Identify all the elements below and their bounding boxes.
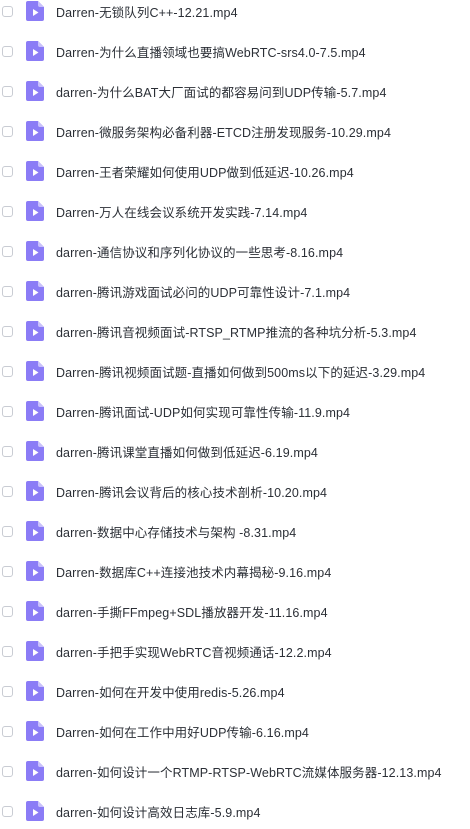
file-name[interactable]: darren-手把手实现WebRTC音视频通话-12.2.mp4 bbox=[56, 642, 332, 661]
checkbox-icon[interactable] bbox=[2, 805, 13, 817]
video-file-icon bbox=[26, 401, 44, 421]
file-list: Darren-无锁队列C++-12.21.mp4 Darren-为什么直播领域也要… bbox=[0, 0, 470, 829]
list-item[interactable]: Darren-王者荣耀如何使用UDP做到低延迟-10.26.mp4 bbox=[0, 156, 470, 186]
video-file-icon bbox=[26, 321, 44, 341]
list-item[interactable]: Darren-为什么直播领域也要搞WebRTC-srs4.0-7.5.mp4 bbox=[0, 36, 470, 66]
list-item[interactable]: Darren-如何在工作中用好UDP传输-6.16.mp4 bbox=[0, 716, 470, 746]
video-file-icon bbox=[26, 521, 44, 541]
video-file-icon bbox=[26, 561, 44, 581]
checkbox-icon[interactable] bbox=[2, 645, 13, 657]
checkbox-icon[interactable] bbox=[2, 405, 13, 417]
list-item[interactable]: darren-手把手实现WebRTC音视频通话-12.2.mp4 bbox=[0, 636, 470, 666]
file-name[interactable]: darren-腾讯音视频面试-RTSP_RTMP推流的各种坑分析-5.3.mp4 bbox=[56, 322, 417, 341]
file-name[interactable]: Darren-腾讯会议背后的核心技术剖析-10.20.mp4 bbox=[56, 482, 327, 501]
video-file-icon bbox=[26, 681, 44, 701]
video-file-icon bbox=[26, 281, 44, 301]
file-name[interactable]: darren-手撕FFmpeg+SDL播放器开发-11.16.mp4 bbox=[56, 602, 328, 621]
checkbox-icon[interactable] bbox=[2, 365, 13, 377]
video-file-icon bbox=[26, 161, 44, 181]
list-item[interactable]: darren-如何设计高效日志库-5.9.mp4 bbox=[0, 796, 470, 826]
file-name[interactable]: Darren-王者荣耀如何使用UDP做到低延迟-10.26.mp4 bbox=[56, 162, 354, 181]
checkbox-icon[interactable] bbox=[2, 125, 13, 137]
video-file-icon bbox=[26, 41, 44, 61]
list-item[interactable]: Darren-腾讯面试-UDP如何实现可靠性传输-11.9.mp4 bbox=[0, 396, 470, 426]
checkbox-icon[interactable] bbox=[2, 685, 13, 697]
file-name[interactable]: darren-通信协议和序列化协议的一些思考-8.16.mp4 bbox=[56, 242, 343, 261]
file-name[interactable]: darren-腾讯课堂直播如何做到低延迟-6.19.mp4 bbox=[56, 442, 318, 461]
list-item[interactable]: darren-通信协议和序列化协议的一些思考-8.16.mp4 bbox=[0, 236, 470, 266]
list-item[interactable]: Darren-腾讯会议背后的核心技术剖析-10.20.mp4 bbox=[0, 476, 470, 506]
list-item[interactable]: Darren-万人在线会议系统开发实践-7.14.mp4 bbox=[0, 196, 470, 226]
video-file-icon bbox=[26, 361, 44, 381]
checkbox-icon[interactable] bbox=[2, 165, 13, 177]
video-file-icon bbox=[26, 81, 44, 101]
checkbox-icon[interactable] bbox=[2, 5, 13, 17]
checkbox-icon[interactable] bbox=[2, 205, 13, 217]
file-name[interactable]: darren-腾讯游戏面试必问的UDP可靠性设计-7.1.mp4 bbox=[56, 282, 350, 301]
video-file-icon bbox=[26, 641, 44, 661]
list-item[interactable]: Darren-微服务架构必备利器-ETCD注册发现服务-10.29.mp4 bbox=[0, 116, 470, 146]
file-name[interactable]: darren-数据中心存储技术与架构 -8.31.mp4 bbox=[56, 522, 296, 541]
list-item[interactable]: Darren-腾讯视频面试题-直播如何做到500ms以下的延迟-3.29.mp4 bbox=[0, 356, 470, 386]
checkbox-icon[interactable] bbox=[2, 765, 13, 777]
video-file-icon bbox=[26, 481, 44, 501]
file-name[interactable]: Darren-数据库C++连接池技术内幕揭秘-9.16.mp4 bbox=[56, 562, 331, 581]
checkbox-icon[interactable] bbox=[2, 325, 13, 337]
video-file-icon bbox=[26, 441, 44, 461]
checkbox-icon[interactable] bbox=[2, 285, 13, 297]
video-file-icon bbox=[26, 241, 44, 261]
file-name[interactable]: Darren-如何在工作中用好UDP传输-6.16.mp4 bbox=[56, 722, 309, 741]
file-name[interactable]: Darren-为什么直播领域也要搞WebRTC-srs4.0-7.5.mp4 bbox=[56, 42, 366, 61]
list-item[interactable]: darren-如何设计一个RTMP-RTSP-WebRTC流媒体服务器-12.1… bbox=[0, 756, 470, 786]
file-name[interactable]: Darren-万人在线会议系统开发实践-7.14.mp4 bbox=[56, 202, 307, 221]
checkbox-icon[interactable] bbox=[2, 605, 13, 617]
file-name[interactable]: Darren-如何在开发中使用redis-5.26.mp4 bbox=[56, 682, 285, 701]
checkbox-icon[interactable] bbox=[2, 485, 13, 497]
checkbox-icon[interactable] bbox=[2, 525, 13, 537]
checkbox-icon[interactable] bbox=[2, 565, 13, 577]
file-name[interactable]: Darren-无锁队列C++-12.21.mp4 bbox=[56, 2, 238, 21]
list-item[interactable]: darren-为什么BAT大厂面试的都容易问到UDP传输-5.7.mp4 bbox=[0, 76, 470, 106]
file-name[interactable]: Darren-腾讯面试-UDP如何实现可靠性传输-11.9.mp4 bbox=[56, 402, 350, 421]
checkbox-icon[interactable] bbox=[2, 45, 13, 57]
list-item[interactable]: darren-数据中心存储技术与架构 -8.31.mp4 bbox=[0, 516, 470, 546]
list-item[interactable]: Darren-无锁队列C++-12.21.mp4 bbox=[0, 0, 470, 26]
video-file-icon bbox=[26, 1, 44, 21]
video-file-icon bbox=[26, 121, 44, 141]
file-name[interactable]: Darren-微服务架构必备利器-ETCD注册发现服务-10.29.mp4 bbox=[56, 122, 391, 141]
video-file-icon bbox=[26, 201, 44, 221]
file-name[interactable]: darren-如何设计一个RTMP-RTSP-WebRTC流媒体服务器-12.1… bbox=[56, 762, 442, 781]
list-item[interactable]: darren-腾讯游戏面试必问的UDP可靠性设计-7.1.mp4 bbox=[0, 276, 470, 306]
video-file-icon bbox=[26, 761, 44, 781]
video-file-icon bbox=[26, 721, 44, 741]
checkbox-icon[interactable] bbox=[2, 245, 13, 257]
file-name[interactable]: Darren-腾讯视频面试题-直播如何做到500ms以下的延迟-3.29.mp4 bbox=[56, 362, 425, 381]
checkbox-icon[interactable] bbox=[2, 85, 13, 97]
list-item[interactable]: darren-腾讯课堂直播如何做到低延迟-6.19.mp4 bbox=[0, 436, 470, 466]
list-item[interactable]: Darren-如何在开发中使用redis-5.26.mp4 bbox=[0, 676, 470, 706]
file-name[interactable]: darren-为什么BAT大厂面试的都容易问到UDP传输-5.7.mp4 bbox=[56, 82, 387, 101]
video-file-icon bbox=[26, 801, 44, 821]
checkbox-icon[interactable] bbox=[2, 725, 13, 737]
list-item[interactable]: darren-手撕FFmpeg+SDL播放器开发-11.16.mp4 bbox=[0, 596, 470, 626]
video-file-icon bbox=[26, 601, 44, 621]
file-name[interactable]: darren-如何设计高效日志库-5.9.mp4 bbox=[56, 802, 261, 821]
list-item[interactable]: Darren-数据库C++连接池技术内幕揭秘-9.16.mp4 bbox=[0, 556, 470, 586]
list-item[interactable]: darren-腾讯音视频面试-RTSP_RTMP推流的各种坑分析-5.3.mp4 bbox=[0, 316, 470, 346]
checkbox-icon[interactable] bbox=[2, 445, 13, 457]
